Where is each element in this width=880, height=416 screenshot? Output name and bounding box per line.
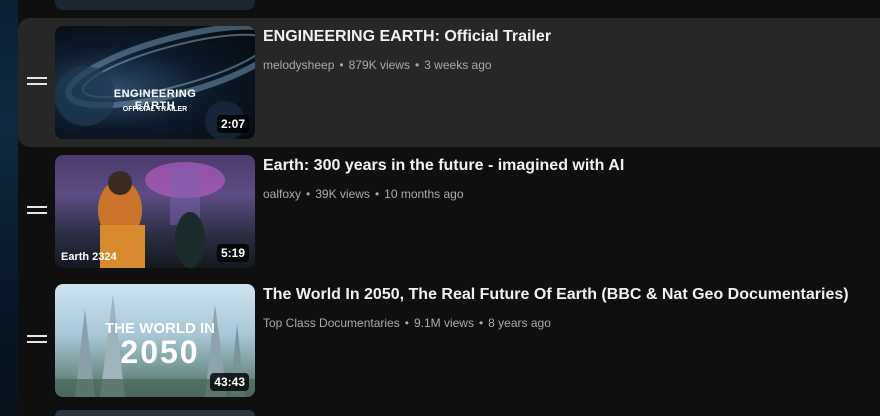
thumbnail-year-text: 2050 <box>120 334 200 370</box>
playlist-item[interactable]: THE WORLD IN 2050 43:43 The World In 205… <box>18 276 880 405</box>
channel-name[interactable]: oalfoxy <box>263 187 301 201</box>
video-metadata: melodysheep • 879K views • 3 weeks ago <box>263 58 492 72</box>
channel-name[interactable]: melodysheep <box>263 58 334 72</box>
separator-dot: • <box>414 58 420 72</box>
separator-dot: • <box>306 187 311 201</box>
playlist-item[interactable]: ENGINEERING EARTH OFFICIAL TRAILER 2:07 … <box>18 18 880 147</box>
video-title[interactable]: Earth: 300 years in the future - imagine… <box>263 157 624 175</box>
video-title[interactable]: The World In 2050, The Real Future Of Ea… <box>263 286 849 304</box>
view-count: 879K views <box>348 58 410 72</box>
video-title[interactable]: ENGINEERING EARTH: Official Trailer <box>263 28 551 46</box>
drag-handle-icon[interactable] <box>27 77 47 87</box>
upload-age: 10 months ago <box>384 187 464 201</box>
separator-dot: • <box>404 316 409 330</box>
channel-name[interactable]: Top Class Documentaries <box>263 316 400 330</box>
playlist-item-partial-bottom[interactable] <box>55 410 255 416</box>
playlist-video-list: ENGINEERING EARTH OFFICIAL TRAILER 2:07 … <box>18 0 880 416</box>
left-panel-edge <box>0 0 18 416</box>
separator-dot: • <box>478 316 484 330</box>
video-thumbnail[interactable]: ENGINEERING EARTH OFFICIAL TRAILER 2:07 <box>55 26 255 139</box>
drag-handle-icon[interactable] <box>27 206 47 216</box>
video-metadata: oalfoxy • 39K views • 10 months ago <box>263 187 464 201</box>
thumbnail-title-text: Earth 2324 <box>61 251 117 263</box>
playlist-item-partial-top[interactable] <box>55 0 255 10</box>
view-count: 39K views <box>315 187 370 201</box>
upload-age: 8 years ago <box>488 316 551 330</box>
duration-badge: 2:07 <box>216 115 249 133</box>
separator-dot: • <box>374 187 380 201</box>
video-thumbnail[interactable]: THE WORLD IN 2050 43:43 <box>55 284 255 397</box>
duration-badge: 43:43 <box>210 373 249 391</box>
upload-age: 3 weeks ago <box>424 58 492 72</box>
playlist-item[interactable]: Earth 2324 5:19 Earth: 300 years in the … <box>18 147 880 276</box>
video-thumbnail[interactable]: Earth 2324 5:19 <box>55 155 255 268</box>
video-metadata: Top Class Documentaries • 9.1M views • 8 yea… <box>263 316 551 330</box>
thumbnail-subtitle-text: OFFICIAL TRAILER <box>122 106 188 113</box>
drag-handle-icon[interactable] <box>27 335 47 345</box>
separator-dot: • <box>339 58 344 72</box>
duration-badge: 5:19 <box>216 244 249 262</box>
view-count: 9.1M views <box>413 316 474 330</box>
